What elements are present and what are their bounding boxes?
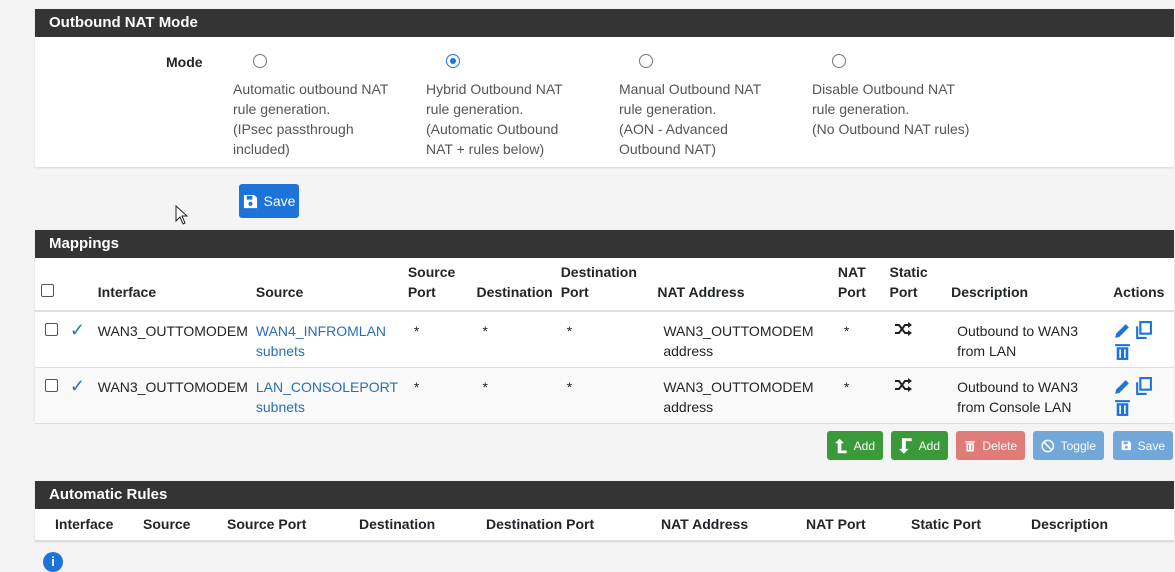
automatic-rules-table: Interface Source Source Port Destination…: [35, 509, 1174, 542]
cell-interface: WAN3_OUTTOMODEM: [93, 367, 252, 424]
col-nat-address: NAT Address: [653, 258, 834, 312]
table-header-row: Interface Source Source Port Destination…: [35, 509, 1174, 542]
arrow-up-icon: [835, 438, 847, 453]
table-header-row: Interface Source Source Port Destination …: [35, 258, 1174, 312]
mappings-panel: Mappings Interface Source Source Port Des…: [35, 230, 1174, 424]
cell-actions: [1109, 367, 1174, 424]
col-destination-port: Destination Port: [482, 509, 657, 542]
col-interface: Interface: [93, 258, 252, 312]
arrow-down-icon: [899, 437, 912, 454]
col-static-port: Static Port: [885, 258, 948, 312]
mode-label: Mode: [166, 54, 203, 70]
row-checkbox[interactable]: [45, 379, 58, 392]
copy-icon[interactable]: [1134, 321, 1153, 340]
mode-option-text: Hybrid Outbound NAT rule generation. (Au…: [426, 81, 563, 157]
cell-nat-port: *: [833, 367, 886, 424]
checkmark-icon[interactable]: ✓: [70, 320, 85, 340]
cell-description: Outbound to WAN3 from Console LAN: [947, 367, 1110, 424]
col-static-port: Static Port: [907, 509, 1027, 542]
col-destination-port: Destination Port: [556, 258, 654, 312]
mappings-table: Interface Source Source Port Destination …: [35, 258, 1174, 424]
radio-hybrid[interactable]: [446, 54, 460, 68]
radio-manual[interactable]: [639, 54, 653, 68]
cell-nat-address: WAN3_OUTTOMODEM address: [653, 367, 834, 424]
col-interface: Interface: [35, 509, 139, 542]
panel-title: Mappings: [35, 230, 1174, 258]
outbound-nat-mode-panel: Outbound NAT Mode Mode Automatic outboun…: [35, 9, 1174, 167]
col-description: Description: [947, 258, 1110, 312]
save-mode-button[interactable]: Save: [239, 184, 299, 218]
cell-destination-port: *: [556, 367, 654, 424]
mode-option-disable[interactable]: Disable Outbound NAT rule generation. (N…: [812, 54, 987, 139]
panel-title: Outbound NAT Mode: [35, 9, 1174, 37]
pencil-icon[interactable]: [1113, 377, 1132, 396]
col-source: Source: [251, 258, 404, 312]
trash-icon[interactable]: [1113, 398, 1132, 417]
cell-source[interactable]: WAN4_INFROMLAN subnets: [251, 311, 404, 368]
floppy-disk-icon: [1121, 440, 1131, 451]
cell-nat-port: *: [833, 311, 886, 368]
row-checkbox[interactable]: [45, 323, 58, 336]
mode-option-hybrid[interactable]: Hybrid Outbound NAT rule generation. (Au…: [426, 54, 601, 159]
mode-option-text: Disable Outbound NAT rule generation. (N…: [812, 81, 970, 137]
cell-source-port: *: [403, 367, 473, 424]
select-all-checkbox[interactable]: [41, 284, 54, 297]
cell-interface: WAN3_OUTTOMODEM: [93, 311, 252, 368]
save-mappings-button[interactable]: Save: [1113, 431, 1173, 460]
panel-title: Automatic Rules: [35, 481, 1174, 509]
col-description: Description: [1027, 509, 1174, 542]
delete-button[interactable]: Delete: [956, 431, 1025, 460]
checkmark-icon[interactable]: ✓: [70, 376, 85, 396]
cell-nat-address: WAN3_OUTTOMODEM address: [653, 311, 834, 368]
add-bottom-button[interactable]: Add: [891, 431, 948, 460]
info-icon[interactable]: i: [43, 552, 63, 572]
col-nat-port: NAT Port: [802, 509, 907, 542]
copy-icon[interactable]: [1134, 377, 1153, 396]
col-actions: Actions: [1109, 258, 1174, 312]
table-row[interactable]: ✓ WAN3_OUTTOMODEM WAN4_INFROMLAN subnets …: [35, 311, 1174, 368]
col-source: Source: [139, 509, 223, 542]
cell-destination: *: [472, 367, 557, 424]
toggle-button[interactable]: Toggle: [1033, 431, 1104, 460]
trash-icon: [965, 440, 975, 451]
trash-icon[interactable]: [1113, 342, 1132, 361]
mode-option-automatic[interactable]: Automatic outbound NAT rule generation. …: [233, 54, 408, 159]
mode-option-manual[interactable]: Manual Outbound NAT rule generation. (AO…: [619, 54, 794, 159]
shuffle-icon: [894, 322, 912, 336]
col-source-port: Source Port: [403, 258, 473, 312]
mouse-cursor-icon: [175, 205, 189, 225]
shuffle-icon: [894, 378, 912, 392]
cell-static-port: [885, 311, 948, 368]
col-destination: Destination: [472, 258, 557, 312]
radio-disable[interactable]: [832, 54, 846, 68]
add-top-button[interactable]: Add: [827, 431, 883, 460]
cell-destination-port: *: [556, 311, 654, 368]
table-row[interactable]: ✓ WAN3_OUTTOMODEM LAN_CONSOLEPORT subnets…: [35, 367, 1174, 424]
cell-static-port: [885, 367, 948, 424]
mode-option-text: Automatic outbound NAT rule generation. …: [233, 81, 389, 157]
automatic-rules-panel: Automatic Rules Interface Source Source …: [35, 481, 1174, 542]
mode-option-text: Manual Outbound NAT rule generation. (AO…: [619, 81, 762, 157]
radio-automatic[interactable]: [253, 54, 267, 68]
pencil-icon[interactable]: [1113, 321, 1132, 340]
col-destination: Destination: [355, 509, 482, 542]
cell-source-port: *: [403, 311, 473, 368]
cell-description: Outbound to WAN3 from LAN: [947, 311, 1110, 368]
col-source-port: Source Port: [223, 509, 355, 542]
col-nat-port: NAT Port: [833, 258, 886, 312]
floppy-disk-icon: [243, 194, 257, 208]
ban-icon: [1041, 439, 1055, 452]
save-label: Save: [263, 193, 296, 209]
cell-destination: *: [472, 311, 557, 368]
cell-actions: [1109, 311, 1174, 368]
col-nat-address: NAT Address: [657, 509, 802, 542]
cell-source[interactable]: LAN_CONSOLEPORT subnets: [251, 367, 404, 424]
